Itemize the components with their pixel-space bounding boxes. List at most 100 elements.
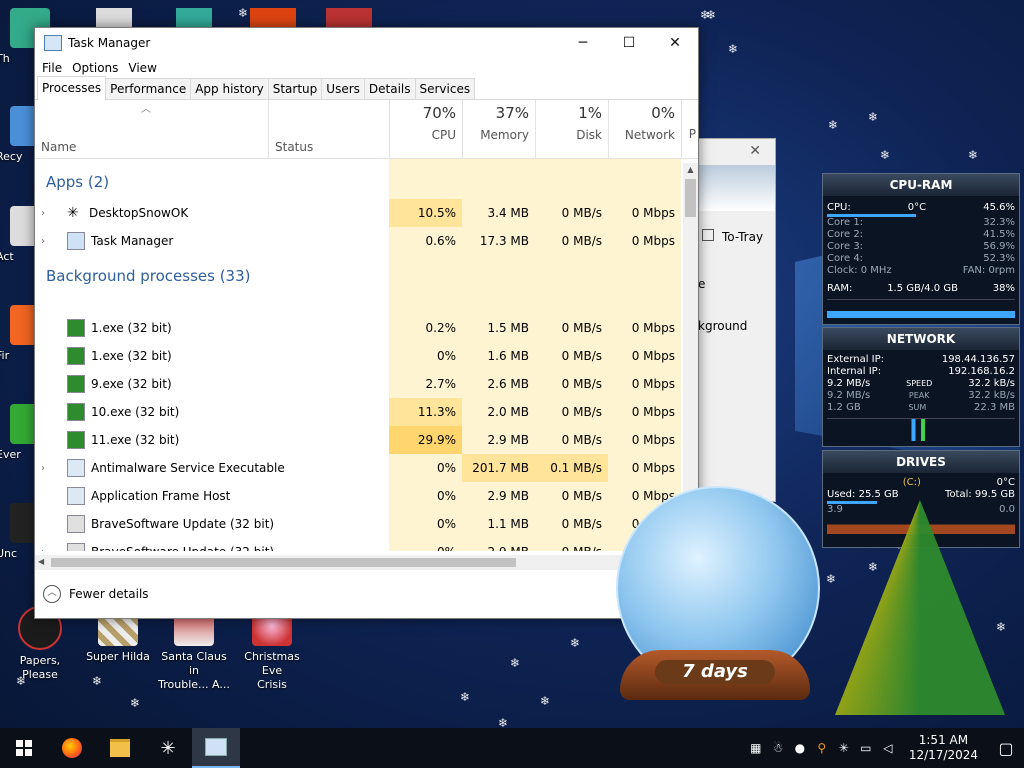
volume-icon[interactable]: ◁ [877, 741, 899, 755]
title-bar[interactable]: Task Manager ─ ☐ ✕ [35, 28, 698, 58]
scroll-left-icon[interactable]: ◀ [38, 557, 44, 566]
upload-speed: 32.2 kB/s [968, 378, 1015, 389]
core-label: Core 2: [827, 229, 864, 240]
tab-app-history[interactable]: App history [190, 78, 269, 99]
tray-drop-icon[interactable]: ● [789, 741, 811, 755]
task-manager-icon [44, 35, 62, 51]
tray-snowflake-icon[interactable]: ✳ [833, 741, 855, 755]
cell-network: 0 Mbps [631, 433, 675, 447]
minimize-button[interactable]: ─ [560, 28, 606, 58]
tree-icon [67, 319, 85, 337]
tab-processes[interactable]: Processes [37, 76, 107, 101]
cell-disk: 0 MB/s [561, 433, 602, 447]
external-ip-label: External IP: [827, 354, 885, 365]
process-row[interactable]: 10.exe (32 bit) 11.3% 2.0 MB 0 MB/s 0 Mbps [35, 398, 683, 426]
column-power-partial[interactable]: P [681, 100, 698, 158]
close-icon[interactable]: ✕ [749, 143, 761, 159]
desktop-icon-label: Crisis [257, 678, 287, 691]
tray-user-icon[interactable]: ☃ [767, 741, 789, 755]
taskbar-file-explorer[interactable] [96, 728, 144, 768]
core-label: Core 3: [827, 241, 864, 252]
core-value: 52.3% [983, 253, 1015, 264]
expand-chevron-icon[interactable]: › [41, 547, 53, 552]
clock[interactable]: 1:51 AM 12/17/2024 [909, 733, 978, 763]
process-row[interactable]: 9.exe (32 bit) 2.7% 2.6 MB 0 MB/s 0 Mbps [35, 370, 683, 398]
to-tray-button[interactable]: To-Tray [702, 229, 772, 249]
taskbar-task-manager[interactable] [192, 728, 240, 768]
cell-cpu: 29.9% [389, 426, 462, 454]
expand-chevron-icon[interactable]: › [41, 236, 53, 247]
snowflake-decoration: ❄ [238, 6, 249, 20]
cpu-label: CPU [431, 128, 456, 142]
tray-app-icon[interactable]: ▦ [745, 741, 767, 755]
taskbar-desktopsnowok[interactable]: ✳ [144, 728, 192, 768]
network-gadget[interactable]: NETWORK External IP: 198.44.136.57 Intern… [822, 327, 1020, 447]
tab-performance[interactable]: Performance [105, 78, 192, 99]
task-manager-window[interactable]: Task Manager ─ ☐ ✕ File Options View Pro… [34, 27, 699, 619]
download-speed: 9.2 MB/s [827, 378, 871, 389]
cpu-ram-gadget[interactable]: CPU-RAM CPU: 0°C 45.6% Core 1: 32.3% Core… [822, 173, 1020, 325]
disk-label: Disk [576, 128, 602, 142]
scroll-up-icon[interactable]: ▲ [683, 165, 698, 174]
maximize-button[interactable]: ☐ [606, 28, 652, 58]
process-row[interactable]: 1.exe (32 bit) 0% 1.6 MB 0 MB/s 0 Mbps [35, 342, 683, 370]
scroll-thumb[interactable] [685, 179, 696, 217]
snowflake-decoration: ❄ [826, 572, 837, 586]
close-button[interactable]: ✕ [652, 28, 698, 58]
process-row[interactable]: 1.exe (32 bit) 0.2% 1.5 MB 0 MB/s 0 Mbps [35, 314, 683, 342]
background-window[interactable]: ✕ To-Tray e kground [697, 138, 776, 502]
window-title: Task Manager [68, 36, 151, 50]
process-list: Apps (2) Background processes (33) › ✳ Des… [35, 159, 698, 551]
fewer-details-link[interactable]: Fewer details [69, 587, 149, 601]
desktop-icon-label: Papers, Please [19, 654, 61, 681]
tab-startup[interactable]: Startup [267, 78, 323, 99]
start-button[interactable] [0, 728, 48, 768]
cell-cpu: 0.6% [425, 234, 457, 248]
process-row[interactable]: › ✳ DesktopSnowOK 10.5% 3.4 MB 0 MB/s 0 Mbps [35, 199, 683, 227]
process-row[interactable]: › Antimalware Service Executable 0% 201.7 M… [35, 454, 683, 482]
snowflake-decoration: ❄ [968, 148, 979, 162]
horizontal-scrollbar[interactable]: ◀ ▶ [35, 555, 683, 570]
tab-users[interactable]: Users [321, 78, 365, 99]
cell-cpu: 2.7% [425, 377, 457, 391]
process-row[interactable]: 11.exe (32 bit) 29.9% 2.9 MB 0 MB/s 0 Mbps [35, 426, 683, 454]
notifications-icon[interactable]: ▢ [988, 739, 1024, 758]
tab-services[interactable]: Services [414, 78, 476, 99]
tab-details[interactable]: Details [363, 78, 416, 99]
tree-icon [67, 375, 85, 393]
column-network[interactable]: 0% Network [608, 100, 681, 158]
snowflake-decoration: ❄ [728, 42, 739, 56]
taskbar: ✳ ▦ ☃ ● ⚲ ✳ ▭ ◁ 1:51 AM 12/17/2024 ▢ [0, 728, 1024, 768]
power-label: P [688, 127, 696, 141]
process-row[interactable]: › Task Manager 0.6% 17.3 MB 0 MB/s 0 Mbps [35, 227, 683, 255]
menu-view[interactable]: View [123, 61, 161, 75]
taskbar-firefox[interactable] [48, 728, 96, 768]
expand-chevron-icon[interactable]: › [41, 208, 53, 219]
cell-disk: 0 MB/s [561, 234, 602, 248]
windows-icon [16, 740, 32, 756]
scroll-thumb-horizontal[interactable] [51, 558, 516, 567]
tray-search-icon[interactable]: ⚲ [811, 741, 833, 755]
disk-total: 1% [578, 104, 602, 122]
process-row[interactable]: › BraveSoftware Update (32 bit) 0%2.9 MB0 … [35, 538, 683, 551]
ram-label: RAM: [827, 283, 853, 294]
column-name[interactable]: Name [41, 140, 76, 154]
column-status-area[interactable]: Status [268, 100, 389, 158]
expand-chevron-icon[interactable]: › [41, 463, 53, 474]
clock-time: 1:51 AM [918, 733, 969, 747]
column-memory[interactable]: 37% Memory [462, 100, 535, 158]
column-cpu[interactable]: 70% CPU [389, 100, 462, 158]
desktop-icon-label: Christmas Eve [244, 650, 300, 677]
internal-ip-label: Internal IP: [827, 366, 882, 377]
network-icon[interactable]: ▭ [855, 741, 877, 755]
menu-file[interactable]: File [37, 61, 67, 75]
process-row[interactable]: BraveSoftware Update (32 bit) 0% 1.1 MB 0 M… [35, 510, 683, 538]
process-name: Application Frame Host [91, 489, 231, 503]
cell-disk: 0 MB/s [535, 538, 608, 551]
column-disk[interactable]: 1% Disk [535, 100, 608, 158]
chevron-up-icon[interactable]: ︿ [43, 585, 61, 603]
menu-options[interactable]: Options [67, 61, 123, 75]
process-row[interactable]: Application Frame Host 0% 2.9 MB 0 MB/s 0 Mb… [35, 482, 683, 510]
cell-disk: 0.1 MB/s [535, 454, 608, 482]
preview-image [698, 165, 775, 211]
